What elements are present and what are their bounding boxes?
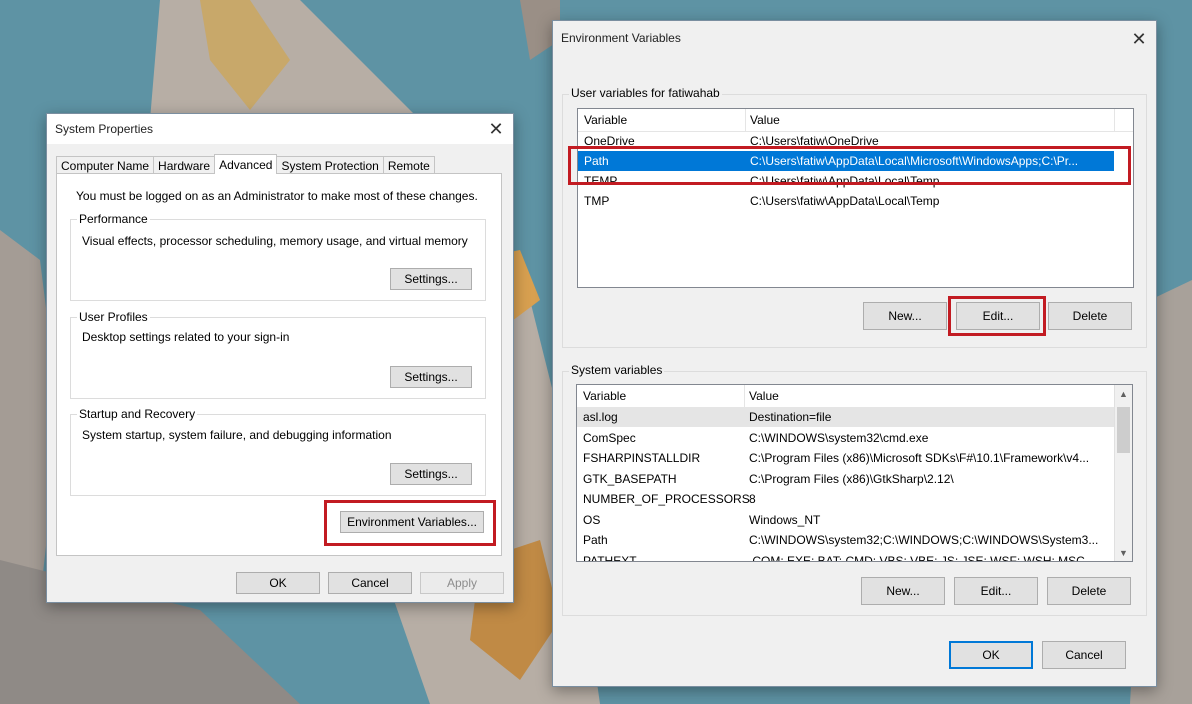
scroll-up-icon[interactable]: ▲ [1115,385,1132,402]
list-item[interactable]: NUMBER_OF_PROCESSORS 8 [577,489,1115,509]
system-properties-window: System Properties ✕ Computer Name Hardwa… [46,113,514,603]
system-delete-button[interactable]: Delete [1047,577,1131,605]
startup-recovery-group: Startup and Recovery System startup, sys… [70,407,486,496]
environment-variables-titlebar[interactable]: Environment Variables ✕ [553,21,1156,57]
system-edit-button[interactable]: Edit... [954,577,1038,605]
list-item[interactable]: FSHARPINSTALLDIR C:\Program Files (x86)\… [577,448,1115,468]
ok-button[interactable]: OK [236,572,320,594]
performance-label: Performance [77,212,150,226]
tab-advanced[interactable]: Advanced [214,154,278,174]
list-item[interactable]: TEMP C:\Users\fatiw\AppData\Local\Temp [578,171,1133,191]
user-profiles-group: User Profiles Desktop settings related t… [70,310,486,399]
cancel-button[interactable]: Cancel [328,572,412,594]
window-title: Environment Variables [561,31,681,45]
user-profiles-label: User Profiles [77,310,150,324]
list-item[interactable]: OneDrive C:\Users\fatiw\OneDrive [578,131,1133,151]
list-item[interactable]: GTK_BASEPATH C:\Program Files (x86)\GtkS… [577,469,1115,489]
system-list-header: Variable Value [577,385,1132,408]
user-variables-list[interactable]: Variable Value OneDrive C:\Users\fatiw\O… [577,108,1134,288]
user-profiles-description: Desktop settings related to your sign-in [82,330,290,344]
tab-system-protection[interactable]: System Protection [276,156,384,174]
ok-button[interactable]: OK [949,641,1033,669]
tab-remote[interactable]: Remote [382,156,435,174]
column-separator [745,109,746,131]
performance-settings-button[interactable]: Settings... [390,268,472,290]
list-item-selected[interactable]: Path C:\Users\fatiw\AppData\Local\Micros… [578,151,1114,171]
list-item[interactable]: OS Windows_NT [577,510,1115,530]
scroll-down-icon[interactable]: ▼ [1115,544,1132,561]
window-title: System Properties [55,122,154,136]
user-delete-button[interactable]: Delete [1048,302,1132,330]
startup-recovery-settings-button[interactable]: Settings... [390,463,472,485]
column-variable[interactable]: Variable [584,113,627,127]
list-item[interactable]: PATHEXT .COM;.EXE;.BAT;.CMD;.VBS;.VBE;.J… [577,551,1115,561]
advanced-tab-panel: You must be logged on as an Administrato… [56,173,502,556]
column-value[interactable]: Value [749,389,779,403]
list-item[interactable]: asl.log Destination=file [577,407,1115,427]
list-item[interactable]: TMP C:\Users\fatiw\AppData\Local\Temp [578,191,1133,211]
user-new-button[interactable]: New... [863,302,947,330]
user-profiles-settings-button[interactable]: Settings... [390,366,472,388]
user-edit-button[interactable]: Edit... [956,302,1040,330]
system-properties-titlebar[interactable]: System Properties ✕ [47,114,513,144]
list-item[interactable]: ComSpec C:\WINDOWS\system32\cmd.exe [577,428,1115,448]
system-variables-list[interactable]: Variable Value asl.log Destination=file … [576,384,1133,562]
environment-variables-button[interactable]: Environment Variables... [340,511,484,533]
tab-strip: Computer Name Hardware Advanced System P… [56,154,435,174]
performance-group: Performance Visual effects, processor sc… [70,212,486,301]
column-separator [744,385,745,407]
column-value[interactable]: Value [750,113,780,127]
cancel-button[interactable]: Cancel [1042,641,1126,669]
close-icon[interactable]: ✕ [1128,28,1150,50]
close-icon[interactable]: ✕ [485,118,507,140]
environment-variables-window: Environment Variables ✕ User variables f… [552,20,1157,687]
system-new-button[interactable]: New... [861,577,945,605]
startup-recovery-label: Startup and Recovery [77,407,198,421]
user-list-header: Variable Value [578,109,1133,132]
tab-hardware[interactable]: Hardware [153,156,216,174]
column-variable[interactable]: Variable [583,389,626,403]
performance-description: Visual effects, processor scheduling, me… [82,234,468,248]
startup-recovery-description: System startup, system failure, and debu… [82,428,392,442]
system-list-scrollbar[interactable]: ▲ ▼ [1114,385,1132,561]
apply-button[interactable]: Apply [420,572,504,594]
scroll-thumb[interactable] [1117,407,1130,453]
list-item[interactable]: Path C:\WINDOWS\system32;C:\WINDOWS;C:\W… [577,530,1115,550]
user-variables-label: User variables for fatiwahab [569,86,722,100]
tab-computer-name[interactable]: Computer Name [56,156,155,174]
admin-note: You must be logged on as an Administrato… [76,189,478,203]
system-variables-label: System variables [569,363,665,377]
column-separator [1114,109,1115,131]
